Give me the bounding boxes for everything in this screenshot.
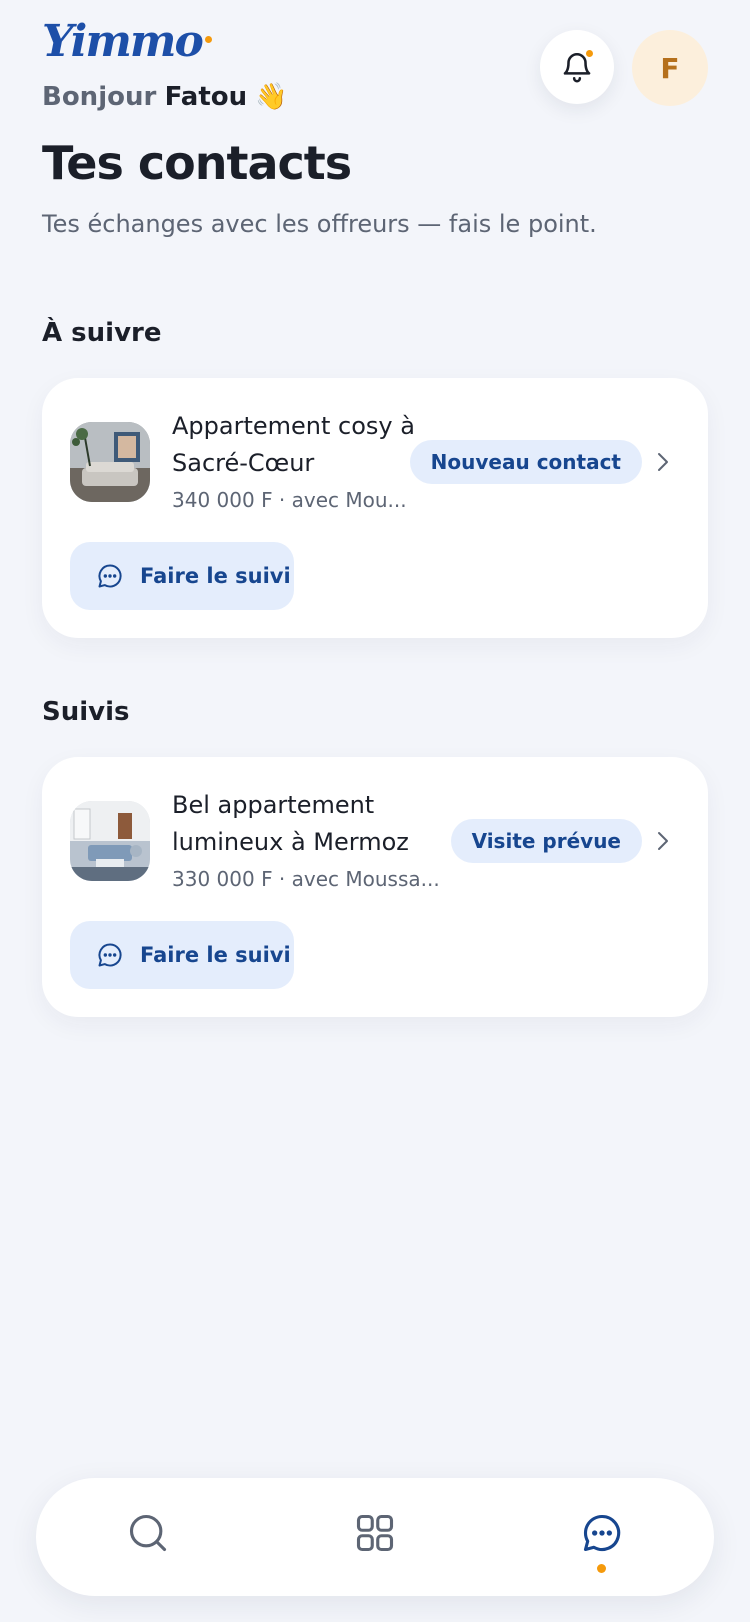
listing-title: Appartement cosy à Sacré-Cœur [172, 412, 415, 477]
follow-up-button[interactable]: Faire le suivi [70, 921, 294, 989]
yimmo-logo[interactable]: Yimmo [42, 20, 212, 64]
tab-contacts[interactable] [577, 1508, 627, 1573]
contact-card[interactable]: Appartement cosy à Sacré-Cœur 340 000 F … [42, 378, 708, 638]
page-title: Tes contacts [42, 136, 352, 190]
tab-search[interactable] [123, 1508, 173, 1558]
chevron-right-icon[interactable] [650, 829, 674, 853]
greeting: Bonjour Fatou 👋 [42, 82, 288, 113]
logo-text: Yimmo [42, 16, 204, 67]
chat-bubble-icon [98, 943, 122, 967]
section-title-suivis: Suivis [42, 697, 130, 727]
notification-dot [584, 48, 595, 59]
avatar[interactable]: F [632, 30, 708, 106]
status-badge: Nouveau contact [409, 440, 642, 484]
tab-browse[interactable] [350, 1508, 400, 1558]
listing-title: Bel appartement lumineux à Mermoz [172, 791, 409, 856]
active-tab-indicator [597, 1564, 606, 1573]
notifications-button[interactable] [540, 30, 614, 104]
listing-meta: 340 000 F · avec Mou... [172, 488, 407, 512]
app-header: Yimmo Bonjour Fatou 👋 F [42, 20, 708, 120]
logo-dot [204, 36, 212, 43]
status-badge: Visite prévue [450, 819, 642, 863]
follow-up-button[interactable]: Faire le suivi [70, 542, 294, 610]
contact-card[interactable]: Bel appartement lumineux à Mermoz 330 00… [42, 757, 708, 1017]
greeting-user-name: Fatou [164, 82, 248, 112]
follow-up-label: Faire le suivi [140, 564, 291, 588]
section-title-a-suivre: À suivre [42, 318, 162, 348]
chevron-right-icon[interactable] [650, 450, 674, 474]
page-subtitle: Tes échanges avec les offreurs — fais le… [42, 210, 597, 238]
follow-up-label: Faire le suivi [140, 943, 291, 967]
search-icon [129, 1514, 167, 1552]
chat-bubble-icon [98, 564, 122, 588]
chat-icon [583, 1514, 621, 1552]
listing-thumbnail [70, 422, 150, 502]
listing-meta: 330 000 F · avec Moussa... [172, 867, 440, 891]
bottom-tab-bar [36, 1478, 714, 1596]
wave-emoji: 👋 [255, 82, 288, 112]
grid-icon [356, 1514, 394, 1552]
greeting-hello: Bonjour [42, 82, 157, 112]
listing-thumbnail [70, 801, 150, 881]
